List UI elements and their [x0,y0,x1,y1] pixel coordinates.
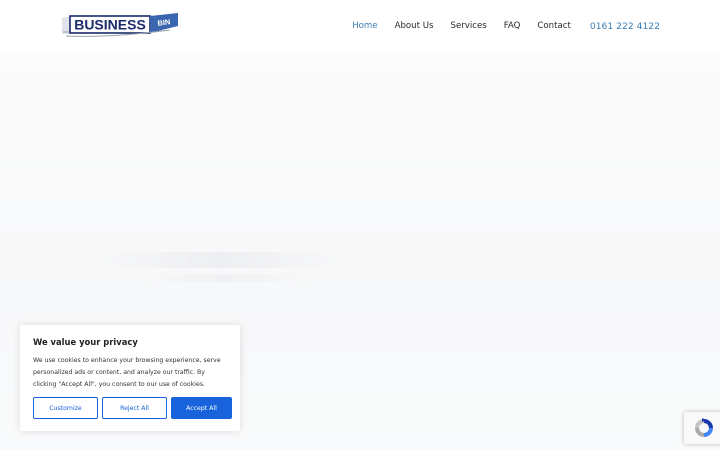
logo-tag: BIN [157,17,171,28]
nav-services[interactable]: Services [451,21,487,31]
cookie-title: We value your privacy [33,337,138,347]
nav-faq[interactable]: FAQ [504,21,521,31]
cookie-consent-banner: We value your privacy We use cookies to … [20,325,240,431]
reject-all-button[interactable]: Reject All [102,397,167,419]
recaptcha-icon [695,418,713,437]
accept-all-button[interactable]: Accept All [171,397,232,419]
business-bin-logo-icon: BUSINESS BIN [62,13,178,37]
site-header: BUSINESS BIN Home About Us Services FAQ … [0,0,720,52]
nav-phone-link[interactable]: 0161 222 4122 [590,21,660,32]
cookie-description: We use cookies to enhance your browsing … [33,357,221,388]
logo-text: BUSINESS [74,17,146,33]
hero-faded-subheading [140,274,310,282]
nav-about-us[interactable]: About Us [395,21,434,31]
hero-faded-heading [95,252,345,268]
nav-contact[interactable]: Contact [537,21,570,31]
main-nav: Home About Us Services FAQ Contact 0161 … [352,0,660,52]
nav-home[interactable]: Home [352,21,377,31]
site-logo[interactable]: BUSINESS BIN [60,12,180,38]
recaptcha-badge[interactable] [684,412,720,444]
customize-button[interactable]: Customize [33,397,98,419]
cookie-actions: Customize Reject All Accept All [33,397,232,419]
